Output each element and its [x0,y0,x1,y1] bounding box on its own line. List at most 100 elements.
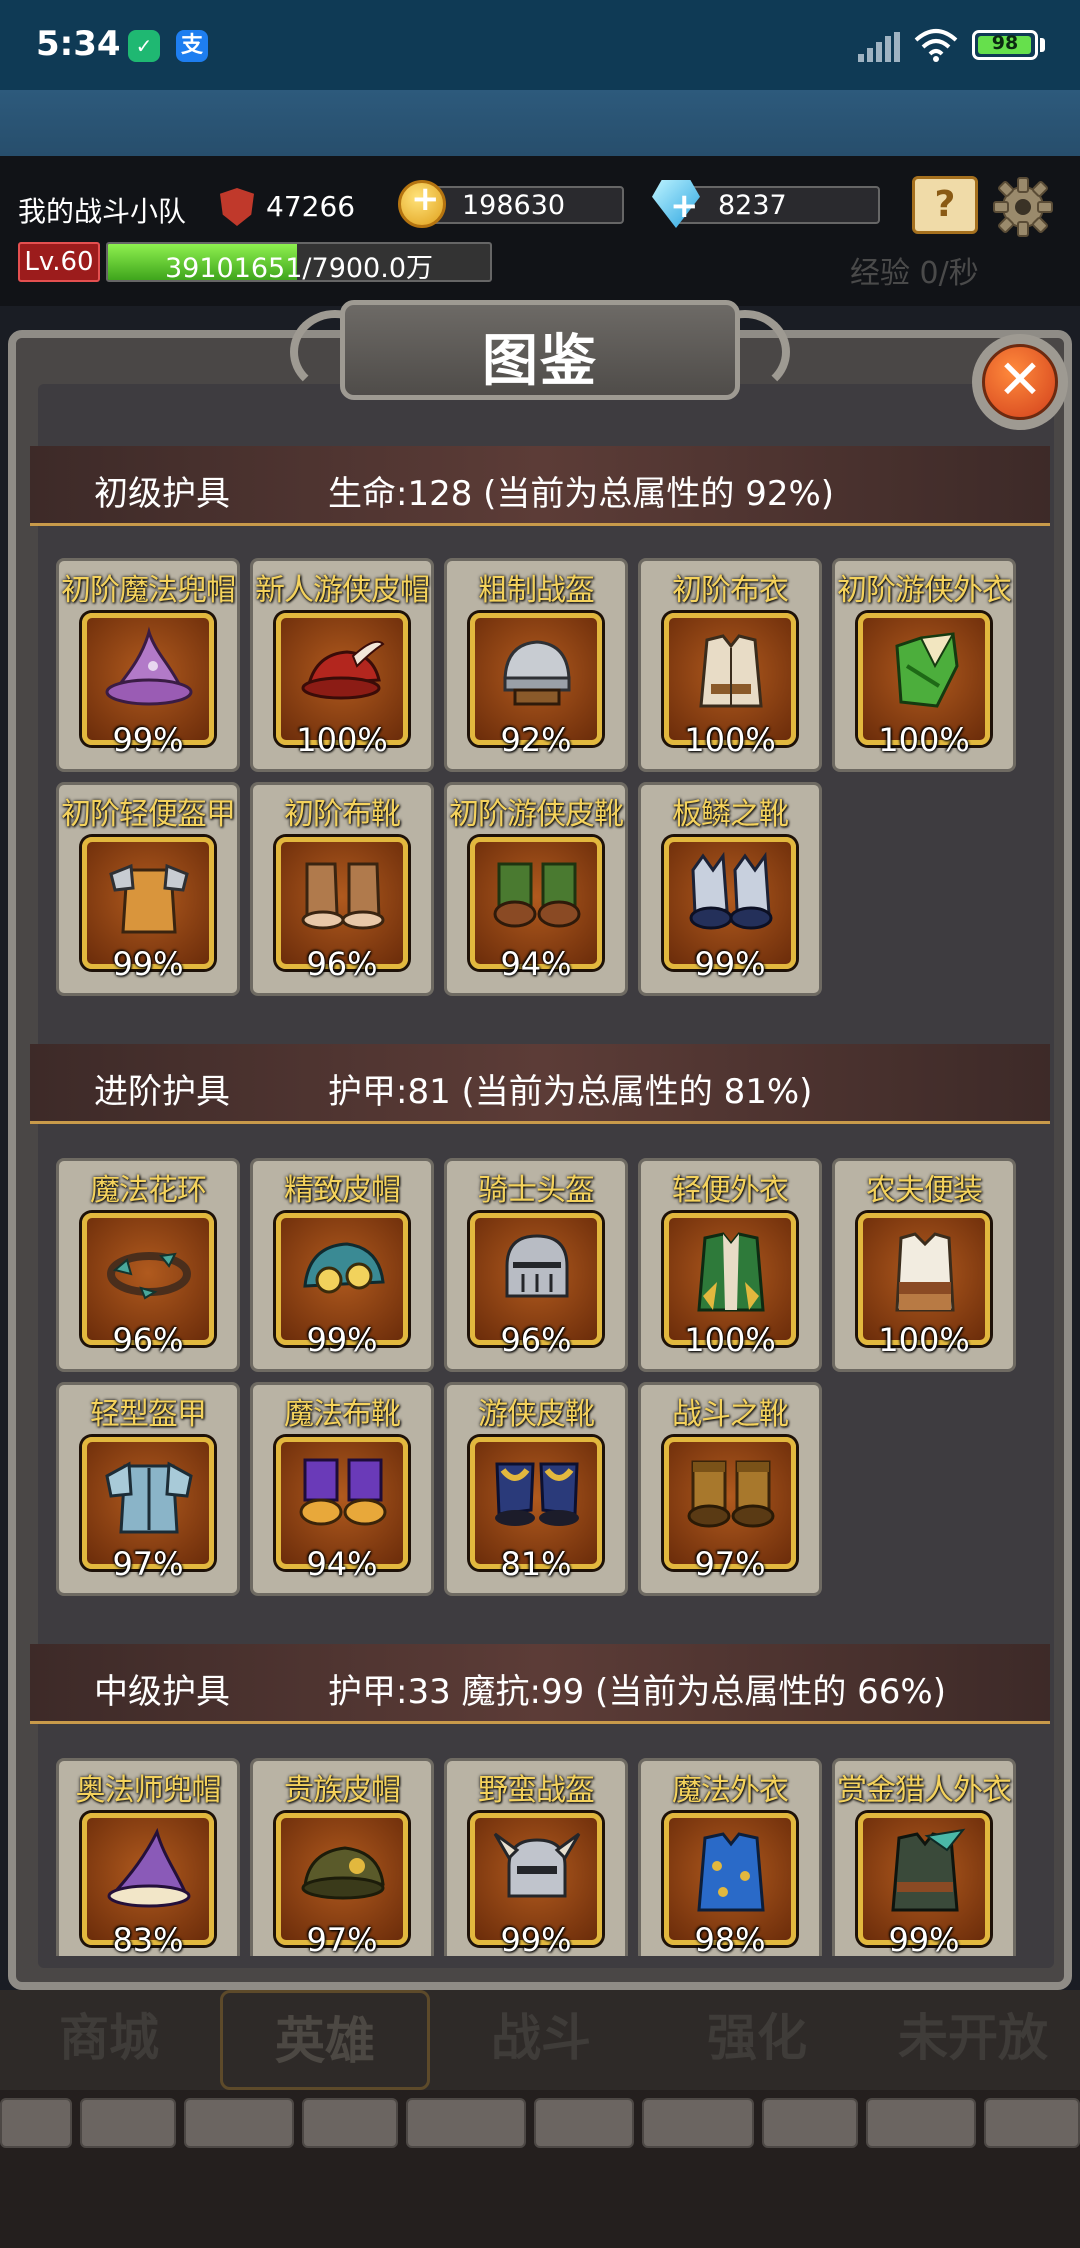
item-name: 轻型盔甲 [90,1397,207,1432]
armor-card[interactable]: 贵族皮帽 97% [250,1758,434,1956]
goggles-cap-icon [303,1242,385,1294]
armor-card[interactable]: 游侠皮靴 81% [444,1382,628,1596]
status-bar: 5:34 ✓ 支 98 [0,0,1080,90]
armor-card[interactable]: 板鳞之靴 99% [638,782,822,996]
horned-helmet-icon [493,1832,581,1898]
item-name: 骑士头盔 [478,1173,595,1208]
armor-card[interactable]: 魔法布靴 94% [250,1382,434,1596]
floor-brick [302,2098,398,2148]
armor-card[interactable]: 轻便外衣 100% [638,1158,822,1372]
plate-armor-icon [105,1461,193,1534]
knight-helmet-icon [505,1234,569,1298]
section-header-advanced-armor: 进阶护具 护甲:81 (当前为总属性的 81%) [30,1044,1050,1124]
armor-card[interactable]: 魔法外衣 98% [638,1758,822,1956]
armor-card[interactable]: 粗制战盔 92% [444,558,628,772]
item-name: 轻便外衣 [672,1173,789,1208]
armor-card[interactable]: 精致皮帽 99% [250,1158,434,1372]
item-name: 初阶游侠皮靴 [449,797,624,832]
armor-card[interactable]: 初阶布靴 96% [250,782,434,996]
hunter-coat-icon [891,1828,966,1912]
armor-card[interactable]: 新人游侠皮帽 100% [250,558,434,772]
gem-counter[interactable]: 8237 [676,186,880,224]
item-name: 魔法花环 [90,1173,207,1208]
armor-card[interactable]: 奥法师兜帽 83% [56,1758,240,1956]
tab-heroes[interactable]: 英雄 [220,1990,430,2090]
gold-counter[interactable]: 198630 [420,186,624,224]
item-percent: 100% [878,1321,970,1359]
item-name: 野蛮战盔 [478,1773,595,1808]
game-header: 我的战斗小队 47266 198630 8237 + ? Lv.60 39101… [0,156,1080,306]
ranger-coat-icon [895,632,959,708]
armor-card[interactable]: 初阶游侠皮靴 94% [444,782,628,996]
light-coat-icon [697,1232,765,1312]
item-percent: 99% [694,945,766,983]
exp-total: /7900.0万 [302,253,433,282]
armor-card[interactable]: 初阶轻便盔甲 99% [56,782,240,996]
item-percent: 96% [112,1321,184,1359]
armor-card[interactable]: 战斗之靴 97% [638,1382,822,1596]
magic-boots-icon [299,1458,387,1526]
gem-value: 8237 [718,190,787,221]
level-badge: Lv.60 [18,242,100,282]
armor-card[interactable]: 赏金猎人外衣 99% [832,1758,1016,1956]
item-name: 贵族皮帽 [284,1773,401,1808]
item-name: 战斗之靴 [672,1397,789,1432]
item-percent: 98% [694,1921,766,1956]
exp-text: 39101651/7900.0万 [108,246,490,282]
bottom-nav: 商城 英雄 战斗 强化 未开放 [0,1990,1080,2090]
tab-enhance[interactable]: 强化 [652,1990,862,2090]
item-percent: 99% [888,1921,960,1956]
item-percent: 97% [694,1545,766,1583]
team-name: 我的战斗小队 [18,195,187,228]
armor-card[interactable]: 骑士头盔 96% [444,1158,628,1372]
armor-card[interactable]: 魔法花环 96% [56,1158,240,1372]
tab-battle[interactable]: 战斗 [436,1990,646,2090]
exp-rate: 经验 0/秒 [850,256,979,291]
cloth-boots-icon [301,862,385,930]
leather-boots-icon [495,1462,579,1526]
add-gold-icon[interactable] [398,179,446,228]
floor-brick [866,2098,976,2148]
armor-card[interactable]: 初阶魔法兜帽 99% [56,558,240,772]
exp-current: 39101651 [164,253,303,282]
item-percent: 99% [112,945,184,983]
power-shield-icon [220,188,254,226]
tab-shop[interactable]: 商城 [4,1990,214,2090]
item-percent: 96% [500,1321,572,1359]
section-stat: 护甲:33 魔抗:99 (当前为总属性的 66%) [328,1672,946,1712]
armor-card[interactable]: 农夫便装 100% [832,1158,1016,1372]
floor-brick [0,2098,72,2148]
floor-brick [80,2098,176,2148]
ranger-boots-icon [493,862,581,928]
item-percent: 92% [500,721,572,759]
armor-card[interactable]: 初阶游侠外衣 100% [832,558,1016,772]
floor-brick [534,2098,634,2148]
battery-icon: 98 [972,30,1038,60]
wizard-hat-icon [105,626,193,706]
item-name: 板鳞之靴 [672,797,789,832]
item-percent: 99% [500,1921,572,1956]
item-name: 魔法外衣 [672,1773,789,1808]
codex-scroll-area[interactable]: 初级护具 生命:128 (当前为总属性的 92%) 初阶魔法兜帽 99% 新人游… [30,446,1050,1956]
armor-card[interactable]: 野蛮战盔 99% [444,1758,628,1956]
farmer-shirt-icon [895,1232,955,1312]
magic-coat-icon [697,1832,765,1912]
section-header-basic-armor: 初级护具 生命:128 (当前为总属性的 92%) [30,446,1050,526]
gear-icon[interactable] [992,176,1054,238]
floor-brick [406,2098,526,2148]
gem-plus-icon[interactable]: + [670,186,699,226]
section-name: 中级护具 [94,1672,230,1712]
battery-tip [1040,38,1045,52]
help-book-icon[interactable]: ? [912,176,978,234]
section-stat: 生命:128 (当前为总属性的 92%) [328,474,835,514]
power-value: 47266 [266,190,356,223]
armor-card[interactable]: 初阶布衣 100% [638,558,822,772]
tab-locked[interactable]: 未开放 [868,1990,1078,2090]
item-name: 初阶轻便盔甲 [61,797,236,832]
item-percent: 100% [878,721,970,759]
close-button[interactable]: ✕ [972,334,1068,430]
battle-boots-icon [687,1460,775,1528]
armor-card[interactable]: 轻型盔甲 97% [56,1382,240,1596]
cloth-vest-icon [699,634,763,708]
item-percent: 100% [684,721,776,759]
